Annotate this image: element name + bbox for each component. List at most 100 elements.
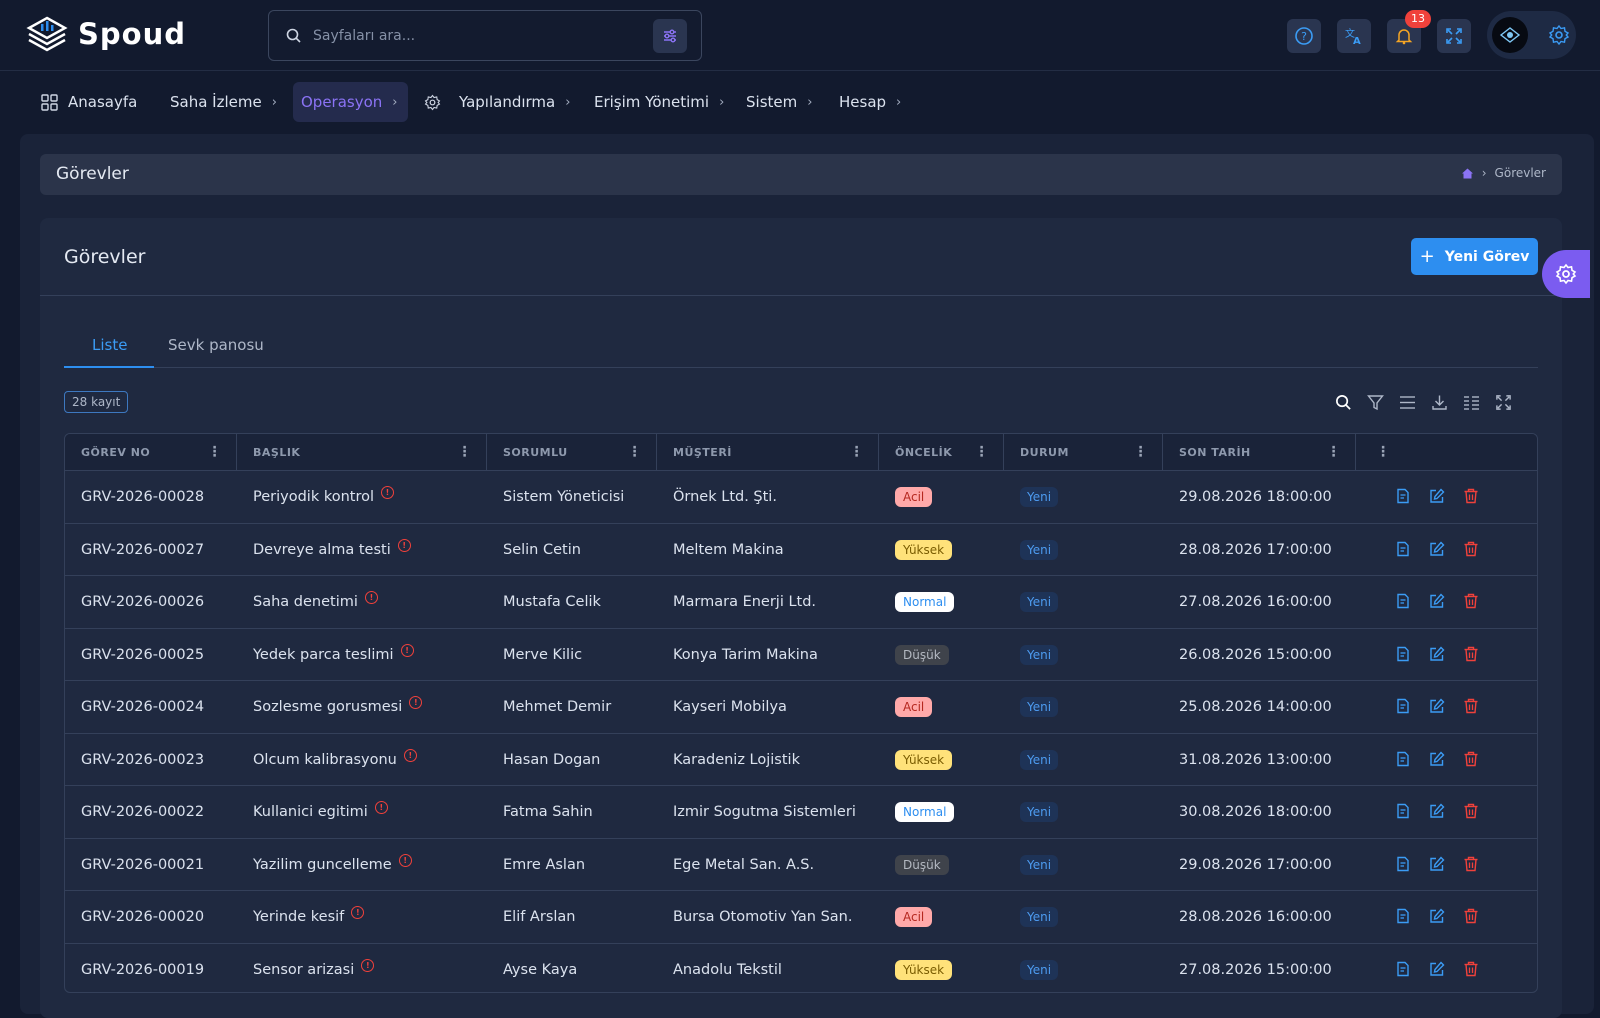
table-row[interactable]: GRV-2026-00023 Olcum kalibrasyonu ! Hasa…: [65, 734, 1537, 786]
column-header[interactable]: MÜŞTERİ ⋮: [657, 434, 879, 470]
task-due-date: 29.08.2026 17:00:00: [1179, 856, 1332, 873]
home-icon[interactable]: [1461, 167, 1474, 180]
view-details-icon[interactable]: [1395, 646, 1411, 662]
notification-count-badge: 13: [1405, 10, 1431, 28]
nav-item-yapilandirma[interactable]: Yapılandırma ›: [416, 82, 578, 122]
tab-sevk-panosu[interactable]: Sevk panosu: [168, 336, 264, 354]
column-header[interactable]: SORUMLU ⋮: [487, 434, 657, 470]
view-details-icon[interactable]: [1395, 541, 1411, 557]
column-menu-icon[interactable]: ⋮: [975, 444, 990, 460]
table-row[interactable]: GRV-2026-00026 Saha denetimi ! Mustafa C…: [65, 576, 1537, 629]
delete-icon[interactable]: [1463, 908, 1479, 924]
language-button[interactable]: 文A: [1337, 19, 1371, 53]
search-filter-button[interactable]: [653, 18, 687, 53]
view-details-icon[interactable]: [1395, 961, 1411, 977]
fullscreen-button[interactable]: [1437, 19, 1471, 53]
nav-label: Sistem: [746, 93, 798, 111]
nav-item-hesap[interactable]: Hesap ›: [831, 82, 909, 122]
edit-icon[interactable]: [1429, 593, 1445, 609]
table-row[interactable]: GRV-2026-00019 Sensor arizasi ! Ayse Kay…: [65, 944, 1537, 993]
delete-icon[interactable]: [1463, 646, 1479, 662]
priority-badge: Yüksek: [895, 539, 953, 560]
table-row[interactable]: GRV-2026-00027 Devreye alma testi ! Seli…: [65, 524, 1537, 576]
edit-icon[interactable]: [1429, 908, 1445, 924]
nav-item-erisim-yonetimi[interactable]: Erişim Yönetimi ›: [586, 82, 732, 122]
table-row[interactable]: GRV-2026-00028 Periyodik kontrol ! Siste…: [65, 471, 1537, 524]
delete-icon[interactable]: [1463, 488, 1479, 504]
table-row[interactable]: GRV-2026-00021 Yazilim guncelleme ! Emre…: [65, 839, 1537, 891]
table-columns-button[interactable]: [1463, 394, 1480, 411]
view-details-icon[interactable]: [1395, 908, 1411, 924]
help-button[interactable]: ?: [1287, 19, 1321, 53]
column-header[interactable]: GÖREV NO ⋮: [65, 434, 237, 470]
table-filter-button[interactable]: [1367, 394, 1384, 411]
chevron-right-icon: ›: [271, 94, 277, 110]
edit-icon[interactable]: [1429, 855, 1445, 872]
view-details-icon[interactable]: [1395, 698, 1411, 714]
nav-item-sistem[interactable]: Sistem ›: [738, 82, 820, 122]
delete-icon[interactable]: [1463, 698, 1479, 714]
floating-settings-button[interactable]: [1542, 250, 1590, 298]
avatar[interactable]: [1492, 17, 1528, 53]
search-box: [268, 10, 702, 61]
delete-icon[interactable]: [1463, 541, 1479, 557]
table-search-button[interactable]: [1335, 394, 1352, 411]
row-actions: [1395, 645, 1479, 662]
column-header[interactable]: DURUM ⋮: [1004, 434, 1163, 470]
priority-cell: Yüksek: [879, 944, 953, 993]
edit-icon[interactable]: [1429, 960, 1445, 977]
new-task-button[interactable]: + Yeni Görev: [1411, 238, 1538, 275]
delete-icon[interactable]: [1463, 751, 1479, 767]
priority-badge: Yüksek: [895, 959, 953, 980]
edit-icon[interactable]: [1429, 645, 1445, 662]
row-actions: [1395, 540, 1479, 557]
task-title: Yedek parca teslimi: [253, 646, 394, 663]
notifications-button[interactable]: 13: [1387, 10, 1431, 53]
view-details-icon[interactable]: [1395, 751, 1411, 767]
table-density-button[interactable]: [1399, 394, 1416, 411]
status-badge: Yeni: [1020, 749, 1059, 770]
table-row[interactable]: GRV-2026-00022 Kullanici egitimi ! Fatma…: [65, 786, 1537, 839]
column-menu-icon[interactable]: ⋮: [458, 444, 473, 460]
edit-icon[interactable]: [1429, 750, 1445, 767]
delete-icon[interactable]: [1463, 856, 1479, 872]
priority-cell: Acil: [879, 681, 933, 733]
column-menu-icon[interactable]: ⋮: [1134, 444, 1149, 460]
view-details-icon[interactable]: [1395, 856, 1411, 872]
settings-gear-icon[interactable]: [1548, 24, 1570, 46]
nav-item-saha-izleme[interactable]: Saha İzleme ›: [162, 82, 285, 122]
edit-icon[interactable]: [1429, 803, 1445, 819]
nav-item-operasyon[interactable]: Operasyon ›: [293, 82, 408, 122]
column-menu-icon[interactable]: ⋮: [1327, 444, 1342, 460]
chevron-right-icon: ›: [896, 94, 902, 110]
column-menu-icon[interactable]: ⋮: [628, 444, 643, 460]
column-menu-icon[interactable]: ⋮: [1376, 444, 1391, 460]
view-details-icon[interactable]: [1395, 593, 1411, 609]
table-row[interactable]: GRV-2026-00025 Yedek parca teslimi ! Mer…: [65, 629, 1537, 681]
edit-icon[interactable]: [1429, 488, 1445, 504]
column-menu-icon[interactable]: ⋮: [208, 444, 223, 460]
app-logo[interactable]: Spoud: [26, 14, 186, 54]
view-details-icon[interactable]: [1395, 488, 1411, 504]
delete-icon[interactable]: [1463, 593, 1479, 609]
columns-icon: [1464, 396, 1479, 410]
search-input[interactable]: [303, 27, 653, 44]
task-owner: Ayse Kaya: [503, 961, 578, 978]
column-header[interactable]: ÖNCELİK ⋮: [879, 434, 1004, 470]
table-row[interactable]: GRV-2026-00024 Sozlesme gorusmesi ! Mehm…: [65, 681, 1537, 734]
view-details-icon[interactable]: [1395, 803, 1411, 819]
edit-icon[interactable]: [1429, 540, 1445, 557]
column-header[interactable]: SON TARİH ⋮: [1163, 434, 1356, 470]
edit-icon[interactable]: [1429, 698, 1445, 714]
delete-icon[interactable]: [1463, 961, 1479, 977]
delete-icon[interactable]: [1463, 803, 1479, 819]
column-header[interactable]: BAŞLIK ⋮: [237, 434, 487, 470]
nav-item-anasayfa[interactable]: Anasayfa: [33, 82, 145, 122]
tab-liste[interactable]: Liste: [92, 336, 127, 354]
table-fullscreen-button[interactable]: [1495, 394, 1512, 411]
column-menu-icon[interactable]: ⋮: [850, 444, 865, 460]
column-header[interactable]: ⋮: [1356, 434, 1537, 470]
svg-text:?: ?: [1301, 30, 1307, 43]
table-row[interactable]: GRV-2026-00020 Yerinde kesif ! Elif Arsl…: [65, 891, 1537, 944]
table-download-button[interactable]: [1431, 394, 1448, 411]
